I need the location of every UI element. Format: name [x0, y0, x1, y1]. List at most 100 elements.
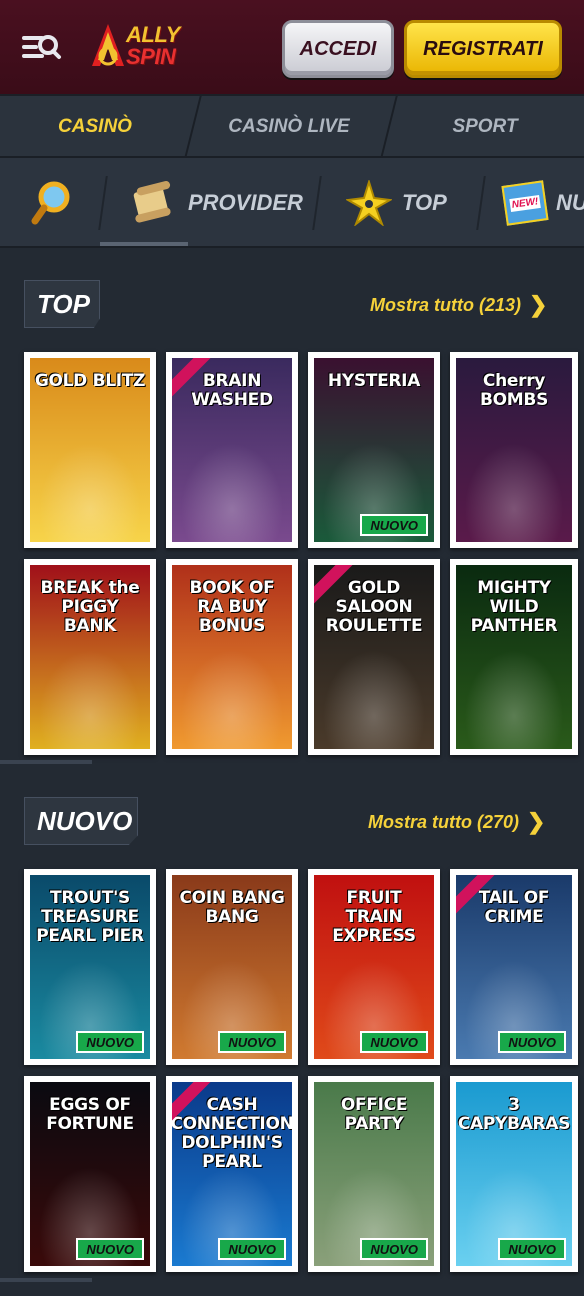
- game-artwork: [314, 638, 434, 749]
- game-artwork: [172, 431, 292, 542]
- game-artwork: [30, 431, 150, 542]
- game-tile[interactable]: BREAK the PIGGY BANK: [24, 559, 156, 755]
- game-tile[interactable]: OFFICE PARTY NUOVO: [308, 1076, 440, 1272]
- nav-item-provider[interactable]: PROVIDER: [128, 158, 303, 246]
- game-thumbnail: 3 CAPYBARAS NUOVO: [456, 1082, 572, 1266]
- game-thumbnail: FRUIT TRAIN EXPRESS NUOVO: [314, 875, 434, 1059]
- nav-item-label: PROVIDER: [188, 190, 303, 215]
- game-thumbnail: GOLD BLITZ: [30, 358, 150, 542]
- game-title: TROUT'S TREASURE PEARL PIER: [36, 888, 144, 946]
- new-badge: NUOVO: [360, 1031, 428, 1053]
- game-thumbnail: BOOK OF RA BUY BONUS: [172, 565, 292, 749]
- game-tile[interactable]: MIGHTY WILD PANTHER: [450, 559, 578, 755]
- game-title: HYSTERIA: [327, 371, 421, 391]
- search-icon: [31, 181, 70, 225]
- game-title: BREAK the PIGGY BANK: [40, 578, 140, 636]
- tab-casino[interactable]: CASINÒ: [0, 96, 190, 158]
- logo-emblem-icon: [92, 24, 124, 66]
- show-all-label: Mostra tutto (270): [368, 811, 520, 832]
- new-badge-icon: NEW!: [501, 180, 549, 226]
- game-thumbnail: CASH CONNECTION DOLPHIN'S PEARLNUOVO: [172, 1082, 292, 1266]
- game-title: BOOK OF RA BUY BONUS: [189, 578, 275, 636]
- top-header: ALLY SPIN ACCEDI REGISTRATI: [0, 0, 584, 96]
- game-tile[interactable]: GOLD SALOON ROULETTE: [308, 559, 440, 755]
- tab-casino-live[interactable]: CASINÒ LIVE: [194, 96, 384, 158]
- game-thumbnail: MIGHTY WILD PANTHER: [456, 565, 572, 749]
- game-title: FRUIT TRAIN EXPRESS: [332, 888, 416, 946]
- game-thumbnail: BRAIN WASHED: [172, 358, 292, 542]
- game-thumbnail: EGGS OF FORTUNE NUOVO: [30, 1082, 150, 1266]
- game-thumbnail: Cherry BOMBS: [456, 358, 572, 542]
- ally-spin-logo[interactable]: ALLY SPIN: [88, 18, 188, 76]
- game-title: COIN BANG BANG: [179, 888, 285, 927]
- scroll-icon: [133, 181, 171, 223]
- game-artwork: [30, 638, 150, 749]
- show-all-new-link[interactable]: Mostra tutto (270) ❯: [368, 809, 545, 835]
- nav-item-new[interactable]: NEW! NU: [501, 158, 584, 246]
- new-badge: NUOVO: [218, 1238, 286, 1260]
- main-tabs: CASINÒ CASINÒ LIVE SPORT: [0, 96, 584, 158]
- game-thumbnail: GOLD SALOON ROULETTE: [314, 565, 434, 749]
- new-badge: NUOVO: [218, 1031, 286, 1053]
- logo-line-2: SPIN: [126, 44, 176, 69]
- new-badge: NUOVO: [360, 514, 428, 536]
- star-icon: [346, 180, 392, 226]
- game-tile[interactable]: CASH CONNECTION DOLPHIN'S PEARLNUOVO: [166, 1076, 298, 1272]
- new-badge: NUOVO: [498, 1031, 566, 1053]
- nav-item-label: TOP: [402, 190, 447, 215]
- chevron-right-icon: ❯: [529, 292, 548, 317]
- menu-search-icon[interactable]: [20, 30, 62, 66]
- logo-line-1: ALLY: [126, 22, 180, 47]
- search-category-button[interactable]: [30, 158, 74, 246]
- new-badge: NUOVO: [498, 1238, 566, 1260]
- new-badge: NUOVO: [360, 1238, 428, 1260]
- nav-divider: [312, 176, 322, 230]
- game-tile[interactable]: FRUIT TRAIN EXPRESS NUOVO: [308, 869, 440, 1065]
- category-nav: PROVIDER TOP NEW! NU: [0, 158, 584, 248]
- game-thumbnail: COIN BANG BANG NUOVO: [172, 875, 292, 1059]
- game-tile[interactable]: TROUT'S TREASURE PEARL PIER NUOVO: [24, 869, 156, 1065]
- logo-text: ALLY SPIN: [126, 24, 180, 68]
- game-title: Cherry BOMBS: [479, 371, 549, 410]
- game-title: OFFICE PARTY: [340, 1095, 408, 1134]
- game-thumbnail: BREAK the PIGGY BANK: [30, 565, 150, 749]
- tab-sport[interactable]: SPORT: [390, 96, 580, 158]
- game-tile[interactable]: 3 CAPYBARAS NUOVO: [450, 1076, 578, 1272]
- game-title: MIGHTY WILD PANTHER: [470, 578, 558, 636]
- nav-divider: [476, 176, 486, 230]
- game-tile[interactable]: Cherry BOMBS: [450, 352, 578, 548]
- section-divider: [0, 760, 92, 764]
- game-artwork: [456, 638, 572, 749]
- chevron-right-icon: ❯: [527, 809, 546, 834]
- nav-item-top[interactable]: TOP: [346, 158, 447, 246]
- new-badge: NUOVO: [76, 1238, 144, 1260]
- section-divider: [0, 1278, 92, 1282]
- register-button[interactable]: REGISTRATI: [404, 20, 562, 78]
- game-tile[interactable]: BOOK OF RA BUY BONUS: [166, 559, 298, 755]
- game-tile[interactable]: EGGS OF FORTUNE NUOVO: [24, 1076, 156, 1272]
- login-button[interactable]: ACCEDI: [282, 20, 394, 78]
- game-thumbnail: HYSTERIA NUOVO: [314, 358, 434, 542]
- game-artwork: [456, 431, 572, 542]
- nav-divider: [98, 176, 108, 230]
- section-title-new: NUOVO: [24, 797, 138, 845]
- game-thumbnail: TROUT'S TREASURE PEARL PIER NUOVO: [30, 875, 150, 1059]
- game-title: GOLD BLITZ: [34, 371, 146, 391]
- new-badge-text: NEW!: [508, 194, 542, 212]
- nav-item-label: NU: [556, 190, 584, 215]
- game-title: EGGS OF FORTUNE: [46, 1095, 134, 1134]
- section-title-top: TOP: [24, 280, 100, 328]
- game-thumbnail: OFFICE PARTY NUOVO: [314, 1082, 434, 1266]
- game-thumbnail: TAIL OF CRIME NUOVO: [456, 875, 572, 1059]
- active-nav-indicator: [100, 242, 188, 246]
- game-tile[interactable]: COIN BANG BANG NUOVO: [166, 869, 298, 1065]
- game-title: 3 CAPYBARAS: [457, 1095, 571, 1134]
- game-tile[interactable]: HYSTERIA NUOVO: [308, 352, 440, 548]
- game-artwork: [172, 638, 292, 749]
- show-all-top-link[interactable]: Mostra tutto (213) ❯: [370, 292, 547, 318]
- game-tile[interactable]: TAIL OF CRIME NUOVO: [450, 869, 578, 1065]
- game-tile[interactable]: GOLD BLITZ: [24, 352, 156, 548]
- game-tile[interactable]: BRAIN WASHED: [166, 352, 298, 548]
- show-all-label: Mostra tutto (213): [370, 294, 522, 315]
- game-title: GOLD SALOON ROULETTE: [325, 578, 423, 636]
